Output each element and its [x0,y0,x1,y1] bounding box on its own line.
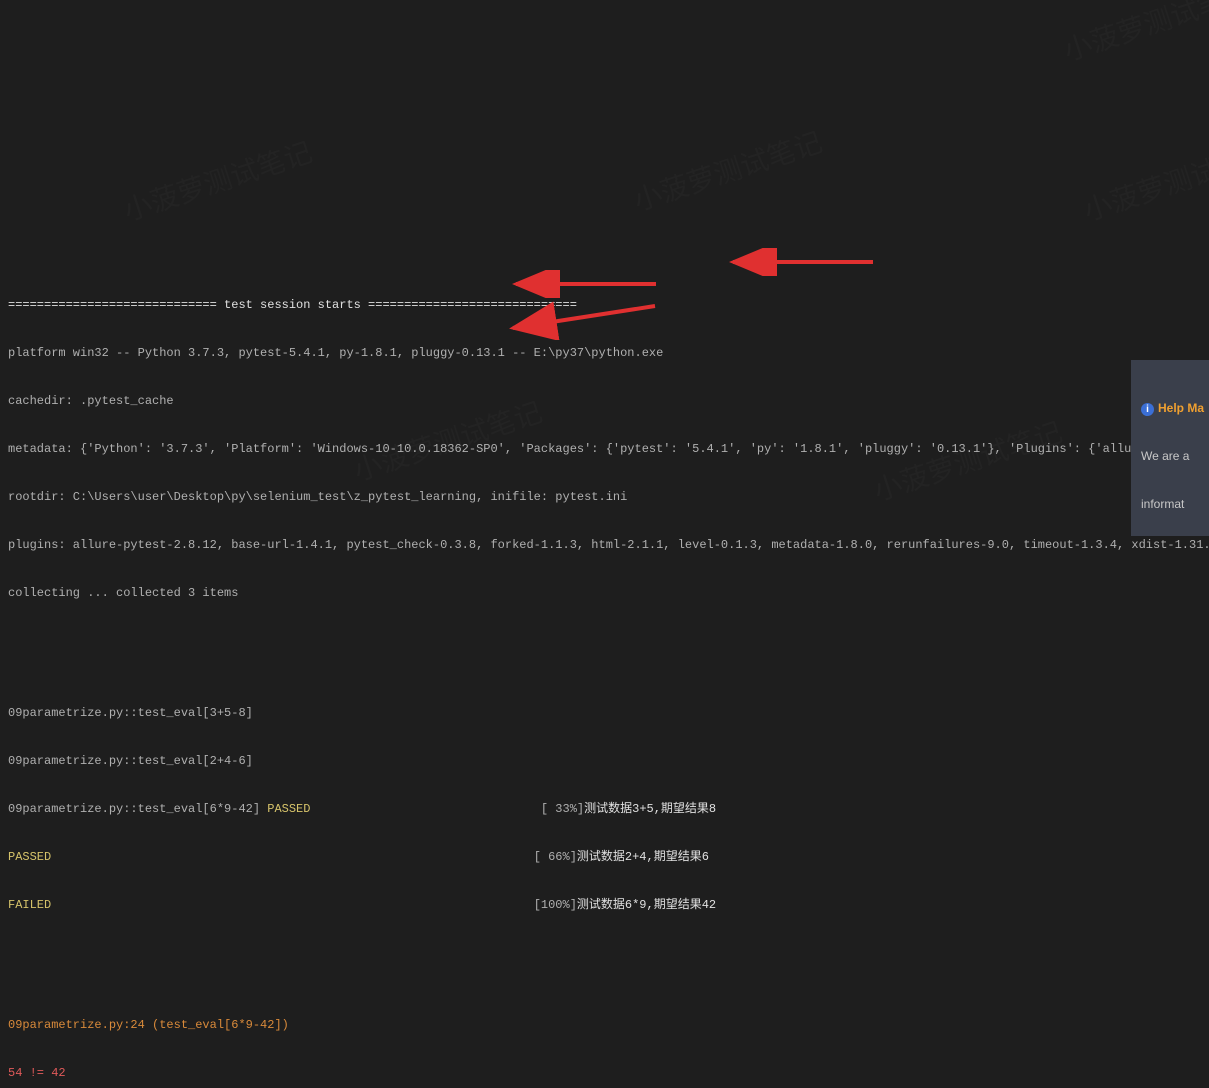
passed-badge: PASSED [8,850,51,864]
metadata-line: metadata: {'Python': '3.7.3', 'Platform'… [8,437,1201,461]
cachedir-line: cachedir: .pytest_cache [8,389,1201,413]
progress-66: [ 66%] [51,850,577,864]
help-text-2: informat [1141,496,1199,512]
help-text-1: We are a [1141,448,1199,464]
blank-line [8,941,1201,965]
watermark: 小菠萝测试笔记 [631,130,825,213]
test-row-2: PASSED [ 66%]测试数据2+4,期望结果6 [8,845,1201,869]
platform-line: platform win32 -- Python 3.7.3, pytest-5… [8,341,1201,365]
passed-badge: PASSED [267,802,310,816]
failed-badge: FAILED [8,898,51,912]
blank-line [8,629,1201,653]
progress-33: [ 33%] [310,802,584,816]
failure-header: 09parametrize.py:24 (test_eval[6*9-42]) [8,1013,1201,1037]
progress-100: [100%] [51,898,577,912]
watermark: 小菠萝测试笔记 [1061,0,1209,64]
watermark: 小菠萝测试笔记 [1081,140,1209,223]
plugins-line: plugins: allure-pytest-2.8.12, base-url-… [8,533,1201,557]
collecting-line: collecting ... collected 3 items [8,581,1201,605]
help-popup[interactable]: i Help Ma We are a informat [1131,360,1209,536]
assertion-line: 54 != 42 [8,1061,1201,1085]
test-name: 09parametrize.py::test_eval[6*9-42] [8,802,267,816]
test-item-2: 09parametrize.py::test_eval[2+4-6] [8,749,1201,773]
test-item-1: 09parametrize.py::test_eval[3+5-8] [8,701,1201,725]
test-msg: 测试数据6*9,期望结果42 [577,898,716,912]
session-banner: ============================= test sessi… [8,293,1201,317]
test-row-3: FAILED [100%]测试数据6*9,期望结果42 [8,893,1201,917]
arrow-annotation-1 [715,248,875,276]
help-title: Help Ma [1158,401,1204,415]
test-msg: 测试数据2+4,期望结果6 [577,850,709,864]
rootdir-line: rootdir: C:\Users\user\Desktop\py\seleni… [8,485,1201,509]
info-icon: i [1141,403,1154,416]
watermark: 小菠萝测试笔记 [121,140,315,223]
test-item-3: 09parametrize.py::test_eval[6*9-42] PASS… [8,797,1201,821]
test-msg: 测试数据3+5,期望结果8 [584,802,716,816]
